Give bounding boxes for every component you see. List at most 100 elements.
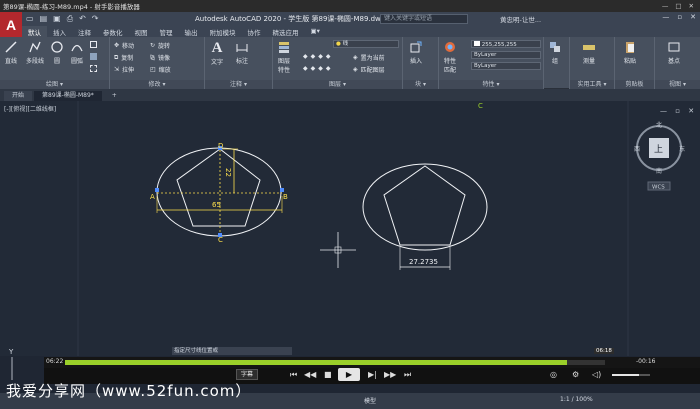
circle-button[interactable]: 圆	[50, 40, 64, 65]
doc-tab-drawing[interactable]: 第89课-椭圆-M89*	[34, 91, 102, 101]
panel-view-label[interactable]: 视图 ▾	[655, 80, 700, 89]
acad-close-button[interactable]: ✕	[690, 13, 696, 21]
panel-layers: 图层 特性 ● 线 ◆ ◆ ◆ ◆ ◈ 置为当前 ◆ ◆ ◆ ◆ ◈ 匹配图层 图层 ▾	[273, 37, 403, 89]
scale-button[interactable]: ◰ 缩放	[150, 65, 171, 74]
line-button[interactable]: 直线	[4, 40, 18, 65]
tab-addins[interactable]: 附加模块	[204, 26, 242, 37]
layer-tool-icon[interactable]: ◆	[326, 65, 331, 72]
match-layer-button[interactable]: ◈ 匹配图层	[353, 65, 385, 74]
tab-home[interactable]: 默认	[22, 26, 47, 37]
color-combo[interactable]: 255,255,255	[471, 40, 541, 48]
lineweight-combo[interactable]: ByLayer	[471, 62, 541, 70]
dimension-button[interactable]: 标注	[235, 40, 249, 65]
search-input[interactable]: 键入关键字或短语	[380, 14, 468, 24]
document-title: Autodesk AutoCAD 2020 - 学生版 第89课-椭圆-M89.…	[195, 15, 386, 23]
layer-tool-icon[interactable]: ◆	[318, 65, 323, 72]
viewport-controls-label[interactable]: [-][俯视][二维线框]	[4, 104, 56, 113]
open-icon[interactable]: ▤	[40, 14, 48, 24]
tab-featured-apps[interactable]: 精选应用	[267, 26, 305, 37]
group-button[interactable]: 组	[548, 40, 562, 65]
tab-output[interactable]: 输出	[179, 26, 204, 37]
remaining-time: -00:16	[636, 358, 656, 365]
hatch-icon	[90, 53, 97, 60]
hatch-tool[interactable]	[90, 53, 97, 60]
acad-restore-button[interactable]: ▫	[677, 13, 682, 21]
panel-draw-label[interactable]: 绘图 ▾	[0, 80, 109, 89]
previous-icon[interactable]: ⏮	[290, 370, 297, 380]
minimize-button[interactable]: —	[662, 2, 669, 10]
viewport-close-button[interactable]: ✕	[688, 107, 694, 115]
layer-tool-icon[interactable]: ◆	[311, 65, 316, 72]
command-line-input[interactable]: 指定尺寸线位置或	[172, 347, 292, 355]
redo-icon[interactable]: ↷	[92, 14, 99, 24]
layer-tool-icon[interactable]: ◆	[311, 53, 316, 60]
subtitle-button[interactable]: 字幕	[236, 369, 258, 380]
copy-button[interactable]: ⧉ 复制	[114, 53, 133, 63]
tab-view[interactable]: 视图	[129, 26, 154, 37]
rotate-button[interactable]: ↻ 旋转	[150, 41, 170, 50]
insert-block-button[interactable]: 插入	[409, 40, 423, 65]
base-button[interactable]: 基点	[667, 40, 681, 65]
screenshot-icon[interactable]: ◎	[550, 370, 557, 379]
viewport-restore-button[interactable]: ▫	[675, 107, 680, 115]
panel-properties-label[interactable]: 特性 ▾	[439, 80, 543, 89]
layer-properties-button[interactable]: 图层 特性	[277, 40, 291, 74]
layer-tool-icon[interactable]: ◆	[303, 65, 308, 72]
match-properties-button[interactable]: 特性 匹配	[443, 40, 457, 74]
mirror-button[interactable]: ⧎ 镜像	[150, 53, 170, 62]
rectangle-tool[interactable]	[90, 41, 97, 48]
stretch-button[interactable]: ⇲ 拉伸	[114, 65, 134, 74]
new-tab-button[interactable]: +	[104, 91, 125, 101]
arc-button[interactable]: 圆弧	[70, 40, 84, 65]
boundary-tool[interactable]	[90, 65, 97, 72]
doc-tab-start[interactable]: 开始	[4, 91, 33, 101]
next-icon[interactable]: ⏭	[404, 370, 411, 380]
drawing-canvas[interactable]	[0, 101, 700, 356]
stop-icon[interactable]: ■	[324, 370, 332, 379]
fast-forward-icon[interactable]: ▶▶	[384, 370, 396, 379]
polyline-button[interactable]: 多段线	[26, 40, 44, 65]
panel-annotation-label[interactable]: 注释 ▾	[205, 80, 272, 89]
acad-minimize-button[interactable]: —	[662, 13, 669, 21]
tab-manage[interactable]: 管理	[154, 26, 179, 37]
save-icon[interactable]: ▣	[53, 14, 61, 24]
linetype-combo[interactable]: ByLayer	[471, 51, 541, 59]
user-name[interactable]: 黄忠明-让世...	[500, 14, 541, 24]
panel-utilities-label[interactable]: 实用工具 ▾	[570, 80, 614, 89]
panel-clipboard-label[interactable]: 剪贴板	[615, 80, 654, 89]
tab-parametric[interactable]: 参数化	[97, 26, 129, 37]
acad-window-controls: — ▫ ✕	[662, 13, 696, 21]
viewport-minimize-button[interactable]: —	[660, 107, 667, 115]
text-button[interactable]: A 文字	[211, 40, 223, 66]
autocad-logo-icon[interactable]: A	[0, 12, 22, 38]
tab-extra[interactable]: ▣▾	[305, 26, 326, 37]
layer-combo-value: 线	[342, 41, 349, 47]
set-current-button[interactable]: ◈ 置为当前	[353, 53, 385, 62]
tab-annotate[interactable]: 注释	[72, 26, 97, 37]
print-icon[interactable]: ⎙	[67, 14, 73, 24]
layer-tool-icon[interactable]: ◆	[303, 53, 308, 60]
layer-tool-icon[interactable]: ◆	[326, 53, 331, 60]
panel-block-label[interactable]: 块 ▾	[403, 80, 438, 89]
annotation-scale[interactable]: 1:1 / 100%	[560, 396, 593, 403]
panel-modify-label[interactable]: 修改 ▾	[110, 80, 204, 89]
set-current-icon: ◈	[353, 54, 358, 61]
tab-insert[interactable]: 插入	[47, 26, 72, 37]
new-icon[interactable]: ▭	[26, 14, 34, 24]
maximize-button[interactable]: □	[675, 2, 681, 10]
undo-icon[interactable]: ↶	[79, 14, 86, 24]
rewind-icon[interactable]: ◀◀	[304, 370, 316, 379]
layer-tool-icon[interactable]: ◆	[318, 53, 323, 60]
paste-button[interactable]: 粘贴	[623, 40, 637, 65]
tab-collaborate[interactable]: 协作	[242, 26, 267, 37]
model-tab[interactable]: 模型	[364, 396, 376, 405]
measure-button[interactable]: 测量	[582, 40, 596, 65]
panel-layers-label[interactable]: 图层 ▾	[273, 80, 402, 89]
frame-forward-icon[interactable]: ▶|	[368, 370, 377, 379]
volume-icon[interactable]: ◁)	[592, 370, 601, 379]
close-button[interactable]: ✕	[689, 2, 694, 10]
layer-combo[interactable]: ● 线	[333, 40, 399, 48]
move-button[interactable]: ✥ 移动	[114, 41, 134, 50]
play-button[interactable]: ▶	[338, 368, 360, 381]
settings-icon[interactable]: ⚙	[572, 370, 579, 379]
